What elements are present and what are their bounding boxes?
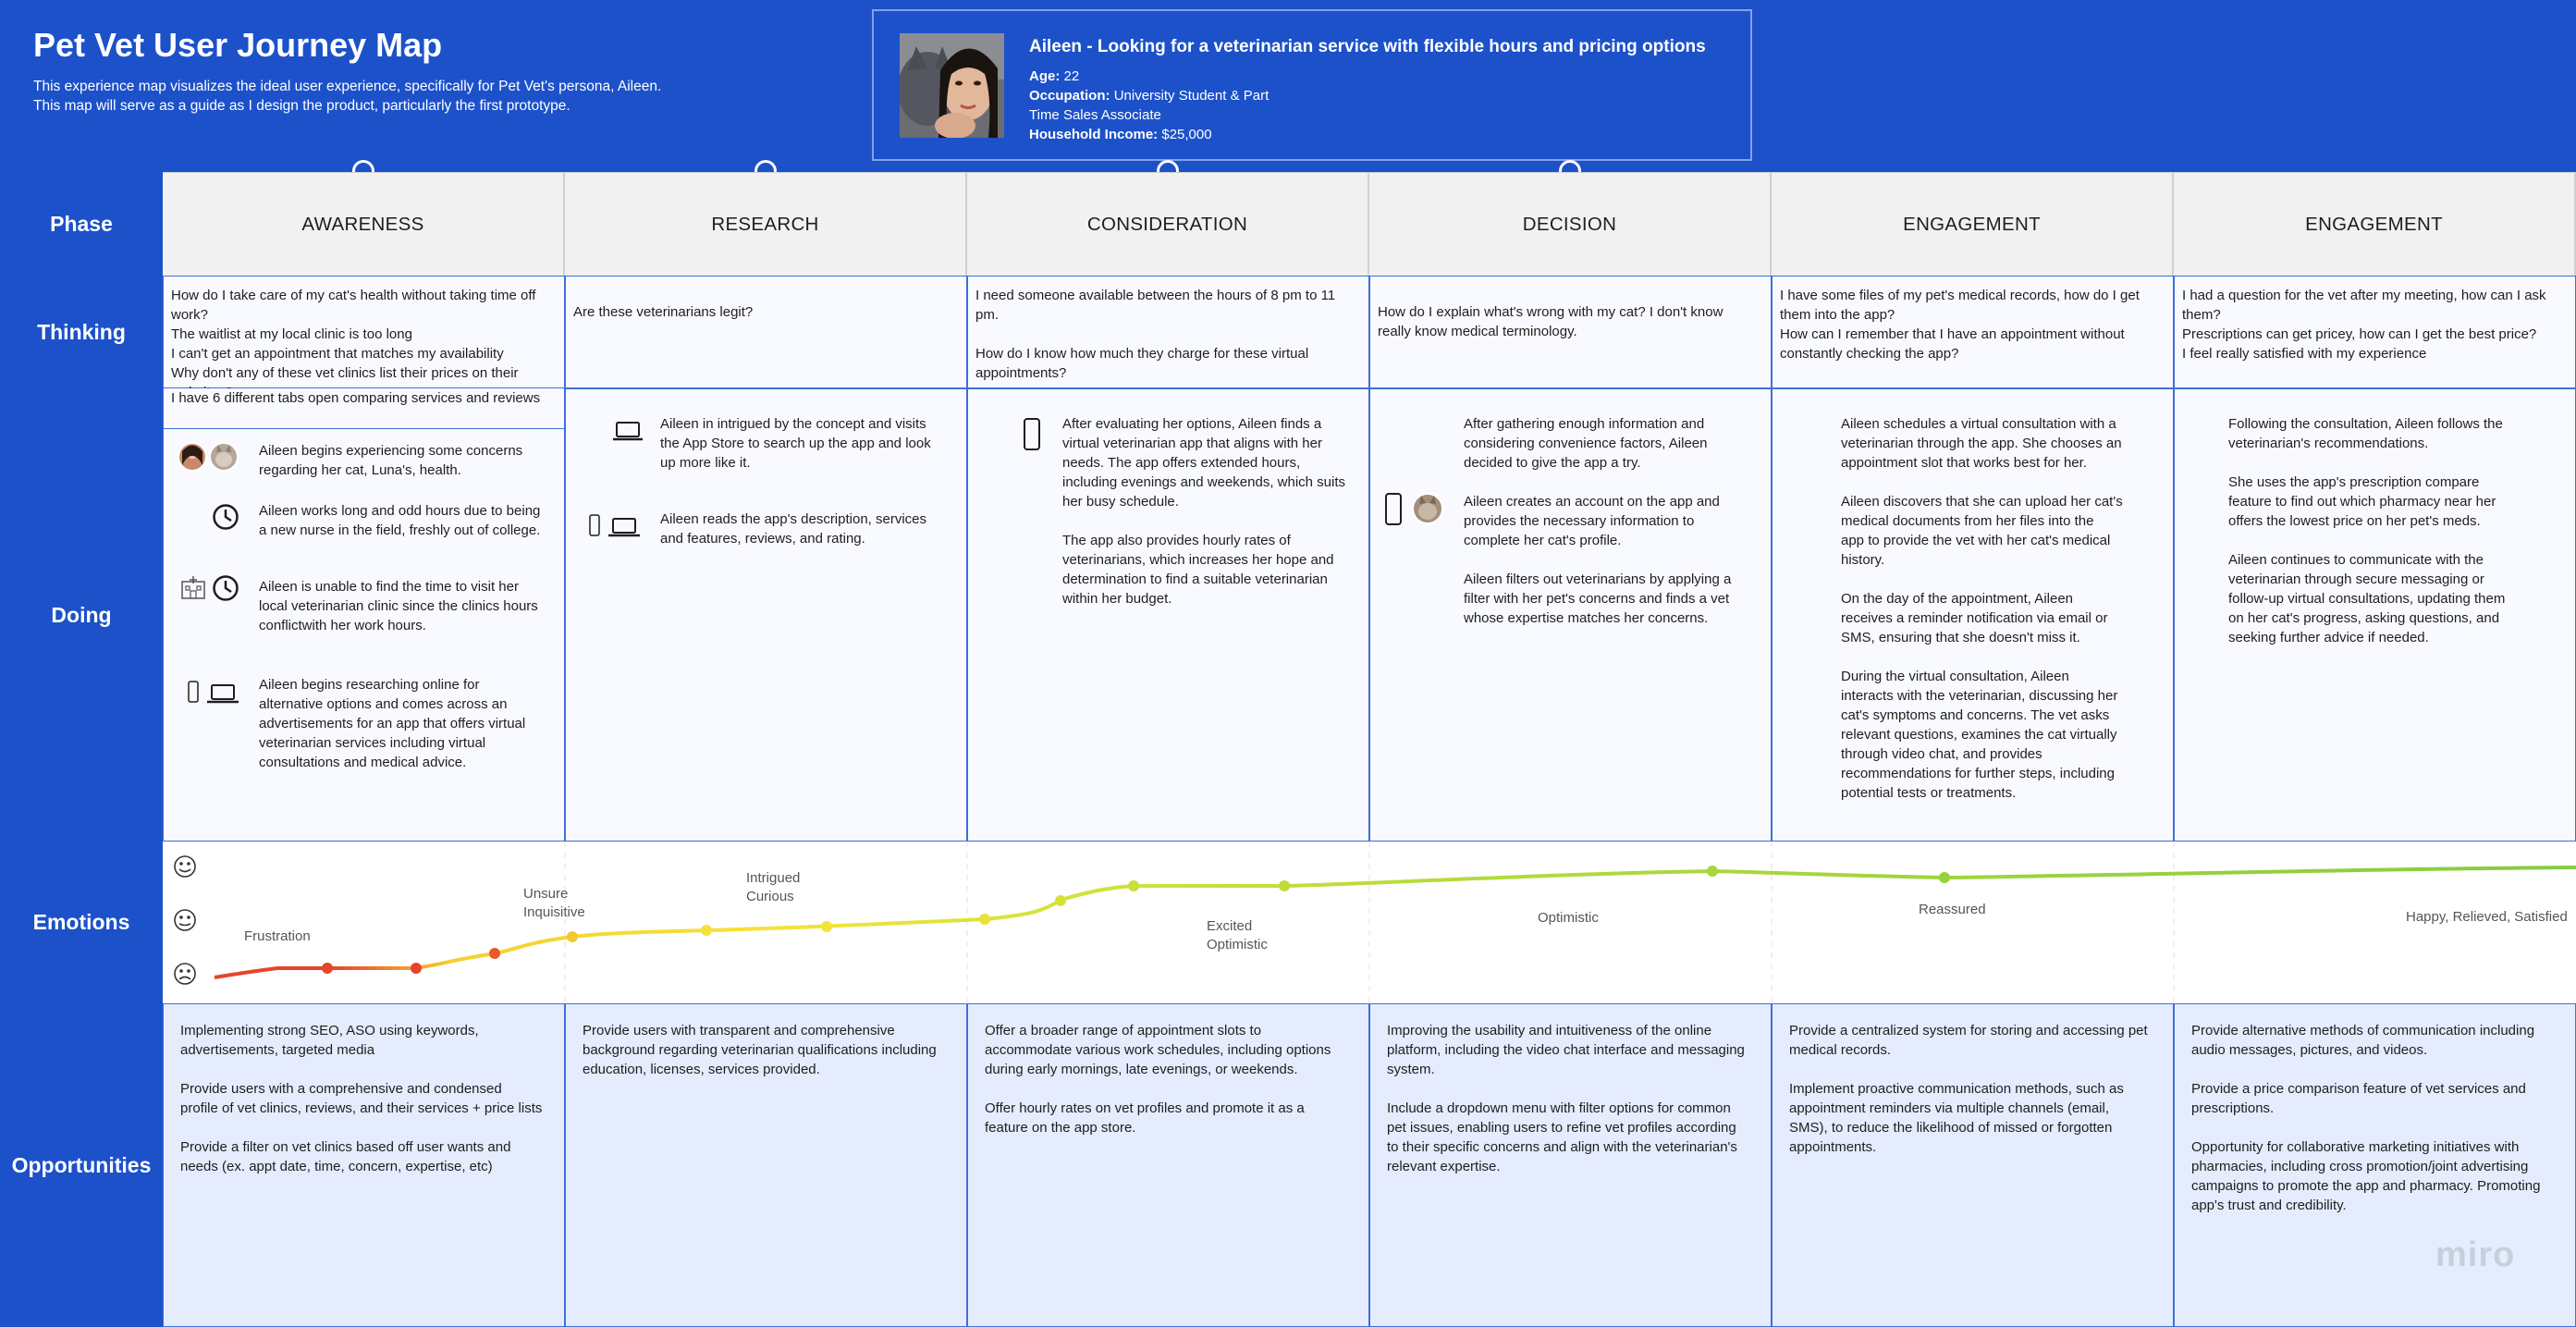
doing-text: On the day of the appointment, Aileen rec… xyxy=(1841,591,2108,645)
persona-card[interactable]: Aileen - Looking for a veterinarian serv… xyxy=(872,9,1752,161)
clock-icon xyxy=(213,575,239,601)
emotion-label: Excited Optimistic xyxy=(1207,918,1268,952)
opportunity-decision: Improving the usability and intuitivenes… xyxy=(1369,1003,1772,1327)
header: Pet Vet User Journey Map This experience… xyxy=(0,0,2576,172)
row-label-doing: Doing xyxy=(0,388,163,842)
doing-text: Aileen continues to communicate with the… xyxy=(2228,552,2506,645)
doing-text: Aileen reads the app's description, serv… xyxy=(660,511,927,547)
phone-and-cat-icon xyxy=(1385,493,1443,525)
persona-avatar xyxy=(900,33,1004,138)
row-label-emotions: Emotions xyxy=(0,842,163,1003)
doing-engagement: Aileen schedules a virtual consultation … xyxy=(1772,388,2174,842)
miro-watermark: miro xyxy=(2435,1235,2516,1274)
emotion-label: Frustration xyxy=(244,928,311,944)
phase-decision: DECISION xyxy=(1369,172,1772,276)
doing-text: Aileen filters out veterinarians by appl… xyxy=(1464,571,1732,626)
laptop-icon xyxy=(613,422,643,441)
doing-text: Aileen begins researching online for alte… xyxy=(259,677,526,770)
doing-text: Aileen schedules a virtual consultation … xyxy=(1841,416,2122,471)
doing-awareness: Aileen begins experiencing some concerns… xyxy=(163,388,565,842)
opportunity-consideration: Offer a broader range of appointment slo… xyxy=(967,1003,1369,1327)
intro-text: This experience map visualizes the ideal… xyxy=(33,79,662,94)
clock-icon xyxy=(213,504,239,530)
thinking-awareness: How do I take care of my cat's health wi… xyxy=(163,276,565,400)
intro-text: This map will serve as a guide as I desi… xyxy=(33,98,570,114)
persona-occupation: Occupation: University Student & Part xyxy=(1029,88,1270,104)
persona-occupation-cont: Time Sales Associate xyxy=(1029,107,1161,123)
doing-engagement-2: Following the consultation, Aileen follo… xyxy=(2174,388,2576,842)
phase-research: RESEARCH xyxy=(565,172,967,276)
doing-consideration: After evaluating her options, Aileen fin… xyxy=(967,388,1369,842)
thinking-awareness-overflow: I have 6 different tabs open comparing s… xyxy=(163,388,565,429)
row-label-thinking: Thinking xyxy=(0,276,163,388)
emotion-label: Unsure Inquisitive xyxy=(523,886,585,920)
page-title: Pet Vet User Journey Map xyxy=(33,26,443,64)
doing-text: After gathering enough information and co… xyxy=(1464,416,1708,471)
emotion-label: Happy, Relieved, Satisfied xyxy=(2406,909,2568,925)
emotion-label: Intrigued Curious xyxy=(746,870,801,904)
emotion-curve-area: Frustration Unsure Inquisitive Intrigued C… xyxy=(163,842,2576,1003)
doing-text: She uses the app's prescription compare f… xyxy=(2228,474,2496,529)
opportunity-research: Provide users with transparent and compr… xyxy=(565,1003,967,1327)
emotion-line xyxy=(214,866,2576,979)
hospital-icon xyxy=(181,576,205,599)
row-label-opportunities: Opportunities xyxy=(0,1003,163,1327)
doing-text: The app also provides hourly rates of vet… xyxy=(1062,533,1334,607)
devices-icon xyxy=(188,681,239,704)
doing-text: Aileen is unable to find the time to vis… xyxy=(259,579,538,633)
persona-age: Age: 22 xyxy=(1029,68,1080,84)
thinking-decision: How do I explain what's wrong with my ca… xyxy=(1369,276,1772,388)
sad-face-icon xyxy=(174,963,196,985)
doing-text: Aileen works long and odd hours due to b… xyxy=(259,503,541,538)
phone-icon xyxy=(1024,418,1040,450)
doing-text: Aileen discovers that she can upload her… xyxy=(1841,494,2123,568)
thinking-engagement-2: I had a question for the vet after my me… xyxy=(2174,276,2576,388)
persona-income: Household Income: $25,000 xyxy=(1029,127,1212,142)
thinking-engagement: I have some files of my pet's medical re… xyxy=(1772,276,2174,388)
avatar-group-icon xyxy=(178,442,239,472)
opportunity-engagement: Provide a centralized system for storing… xyxy=(1772,1003,2174,1327)
column-separators xyxy=(564,842,2175,1003)
persona-name: Aileen - Looking for a veterinarian serv… xyxy=(1029,37,1706,56)
doing-text: During the virtual consultation, Aileen i… xyxy=(1841,669,2118,801)
opportunity-engagement-2: Provide alternative methods of communica… xyxy=(2174,1003,2576,1327)
phase-awareness: AWARENESS xyxy=(163,172,565,276)
doing-text: Aileen in intrigued by the concept and v… xyxy=(660,416,931,471)
doing-text: Aileen creates an account on the app and… xyxy=(1464,494,1720,548)
phase-engagement-2: ENGAGEMENT xyxy=(2174,172,2576,276)
doing-decision: After gathering enough information and co… xyxy=(1369,388,1772,842)
emotion-label: Optimistic xyxy=(1538,910,1599,926)
devices-icon xyxy=(589,514,640,537)
neutral-face-icon xyxy=(174,909,196,931)
opportunity-awareness: Implementing strong SEO, ASO using keywo… xyxy=(163,1003,565,1327)
doing-text: Aileen begins experiencing some concerns… xyxy=(259,443,523,478)
happy-face-icon xyxy=(174,855,196,878)
emotion-chart xyxy=(174,842,2576,1003)
phase-consideration: CONSIDERATION xyxy=(967,172,1369,276)
thinking-research: Are these veterinarians legit? xyxy=(565,276,967,388)
thinking-consideration: I need someone available between the hou… xyxy=(967,276,1369,388)
emotion-label: Reassured xyxy=(1919,902,1986,917)
doing-text: After evaluating her options, Aileen fin… xyxy=(1062,416,1346,510)
doing-research: Aileen in intrigued by the concept and v… xyxy=(565,388,967,842)
row-label-phase: Phase xyxy=(0,172,163,276)
doing-text: Following the consultation, Aileen follo… xyxy=(2228,416,2503,451)
phase-engagement: ENGAGEMENT xyxy=(1772,172,2174,276)
